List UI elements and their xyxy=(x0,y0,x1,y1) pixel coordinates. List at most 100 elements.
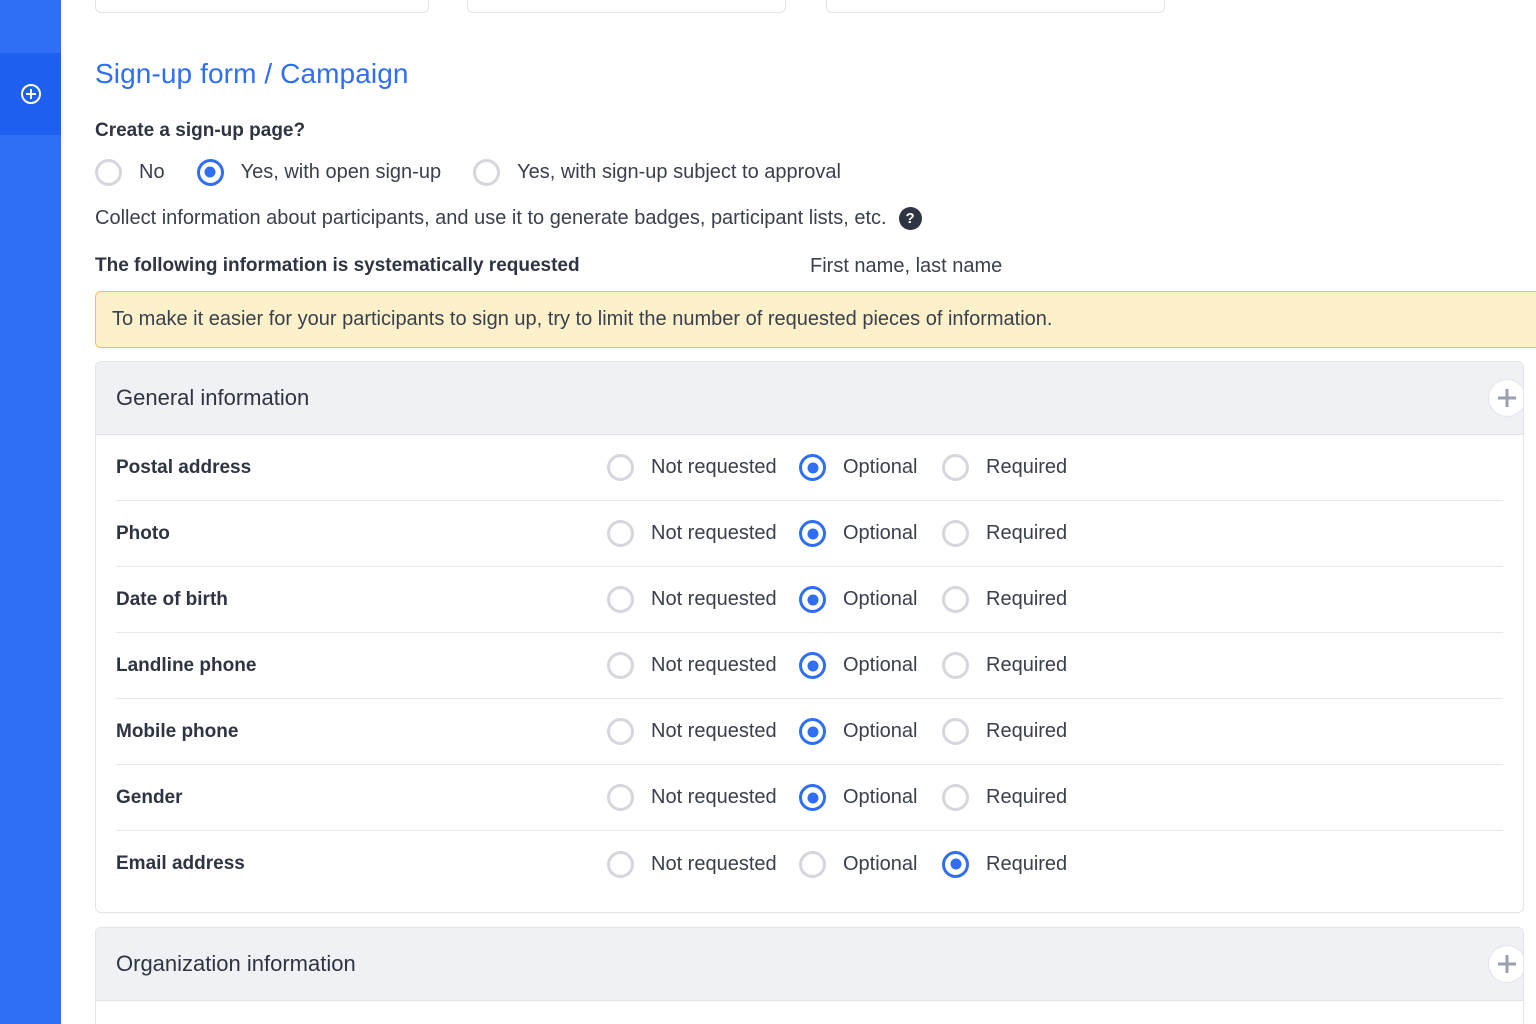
field-name: Photo xyxy=(116,522,170,544)
field-row: Mobile phone Not requested Optional Require… xyxy=(116,699,1503,765)
field-option[interactable]: Not requested xyxy=(607,454,799,481)
radio-button[interactable] xyxy=(607,784,634,811)
organization-info-panel: Organization information xyxy=(95,927,1524,1024)
radio-label: Not requested xyxy=(651,522,777,544)
add-button[interactable] xyxy=(0,53,61,135)
radio-button[interactable] xyxy=(799,850,826,878)
radio-button[interactable] xyxy=(942,718,969,745)
radio-button[interactable] xyxy=(799,586,826,613)
radio-button[interactable] xyxy=(799,520,826,547)
field-row: Landline phone Not requested Optional Requi… xyxy=(116,633,1503,699)
radio-label: Not requested xyxy=(651,456,777,478)
field-option[interactable]: Optional xyxy=(799,850,942,878)
page-title: Sign-up form / Campaign xyxy=(95,58,409,89)
field-row: Postal address Not requested Optional Requi… xyxy=(116,435,1503,501)
field-option[interactable]: Optional xyxy=(799,784,942,811)
field-name: Email address xyxy=(116,853,245,874)
radio-label: No xyxy=(139,160,165,183)
radio-label: Not requested xyxy=(651,852,777,875)
field-option[interactable]: Optional xyxy=(799,454,942,481)
radio-button[interactable] xyxy=(799,454,826,481)
radio-label: Required xyxy=(986,522,1068,544)
field-option[interactable]: Optional xyxy=(799,586,942,613)
collect-info-text: Collect information about participants, … xyxy=(95,207,922,230)
radio-button[interactable] xyxy=(607,454,634,481)
systematic-info-value: First name, last name xyxy=(810,255,1003,277)
field-option[interactable]: Not requested xyxy=(607,520,799,547)
field-list: Postal address Not requested Optional Requi… xyxy=(96,435,1523,897)
radio-button[interactable] xyxy=(942,586,969,613)
radio-button[interactable] xyxy=(942,454,969,481)
field-options: Not requested Optional Required xyxy=(607,586,1082,613)
radio-button[interactable] xyxy=(942,652,969,679)
radio-label: Optional xyxy=(843,588,918,610)
field-option[interactable]: Required xyxy=(942,850,1082,878)
radio-button[interactable] xyxy=(799,652,826,679)
field-option[interactable]: Not requested xyxy=(607,586,799,613)
radio-label: Not requested xyxy=(651,720,777,742)
field-option[interactable]: Required xyxy=(942,718,1082,745)
radio-button[interactable] xyxy=(196,158,224,186)
radio-label: Required xyxy=(986,852,1068,875)
radio-label: Required xyxy=(986,786,1068,808)
field-option[interactable]: Not requested xyxy=(607,652,799,679)
collect-info-label: Collect information about participants, … xyxy=(95,207,887,229)
field-options: Not requested Optional Required xyxy=(607,784,1082,811)
field-option[interactable]: Not requested xyxy=(607,784,799,811)
signup-question: Create a sign-up page? xyxy=(95,120,306,141)
field-name: Date of birth xyxy=(116,588,228,610)
field-option[interactable]: Optional xyxy=(799,652,942,679)
radio-button[interactable] xyxy=(473,158,501,186)
field-option[interactable]: Required xyxy=(942,454,1082,481)
radio-label: Optional xyxy=(843,522,918,544)
radio-label: Optional xyxy=(843,786,918,808)
field-option[interactable]: Required xyxy=(942,784,1082,811)
signup-option[interactable]: Yes, with sign-up subject to approval xyxy=(473,158,841,186)
radio-label: Not requested xyxy=(651,786,777,808)
radio-button[interactable] xyxy=(607,850,634,878)
field-option[interactable]: Required xyxy=(942,586,1082,613)
field-option[interactable]: Not requested xyxy=(607,850,799,878)
plus-icon xyxy=(1498,389,1516,407)
field-options: Not requested Optional Required xyxy=(607,520,1082,547)
radio-button[interactable] xyxy=(942,784,969,811)
signup-option[interactable]: No xyxy=(95,158,165,186)
field-option[interactable]: Optional xyxy=(799,718,942,745)
top-card xyxy=(95,0,429,13)
field-options: Not requested Optional Required xyxy=(607,454,1082,481)
add-field-button[interactable] xyxy=(1488,945,1523,983)
radio-label: Required xyxy=(986,588,1068,610)
radio-button[interactable] xyxy=(607,652,634,679)
field-option[interactable]: Optional xyxy=(799,520,942,547)
radio-button[interactable] xyxy=(607,520,634,547)
field-name: Gender xyxy=(116,786,183,808)
radio-button[interactable] xyxy=(942,850,969,878)
sidebar xyxy=(0,0,61,1024)
field-option[interactable]: Required xyxy=(942,520,1082,547)
radio-label: Not requested xyxy=(651,654,777,676)
radio-button[interactable] xyxy=(942,520,969,547)
general-info-panel: General information Postal address Not re… xyxy=(95,361,1524,913)
radio-label: Required xyxy=(986,456,1068,478)
field-row: Gender Not requested Optional Required xyxy=(116,765,1503,831)
signup-option[interactable]: Yes, with open sign-up xyxy=(196,158,441,186)
field-option[interactable]: Required xyxy=(942,652,1082,679)
plus-icon xyxy=(1498,955,1516,973)
help-icon[interactable]: ? xyxy=(898,207,922,230)
radio-button[interactable] xyxy=(607,718,634,745)
field-options: Not requested Optional Required xyxy=(607,718,1082,745)
field-option[interactable]: Not requested xyxy=(607,718,799,745)
warning-banner: To make it easier for your participants … xyxy=(95,291,1536,348)
plus-circle-icon xyxy=(20,84,41,104)
radio-button[interactable] xyxy=(607,586,634,613)
radio-label: Optional xyxy=(843,654,918,676)
radio-label: Yes, with sign-up subject to approval xyxy=(517,160,841,183)
top-card xyxy=(467,0,786,13)
top-card xyxy=(826,0,1165,13)
radio-label: Required xyxy=(986,654,1068,676)
radio-button[interactable] xyxy=(799,718,826,745)
add-field-button[interactable] xyxy=(1488,379,1523,417)
radio-button[interactable] xyxy=(95,158,122,186)
radio-label: Optional xyxy=(843,456,918,478)
radio-button[interactable] xyxy=(799,784,826,811)
